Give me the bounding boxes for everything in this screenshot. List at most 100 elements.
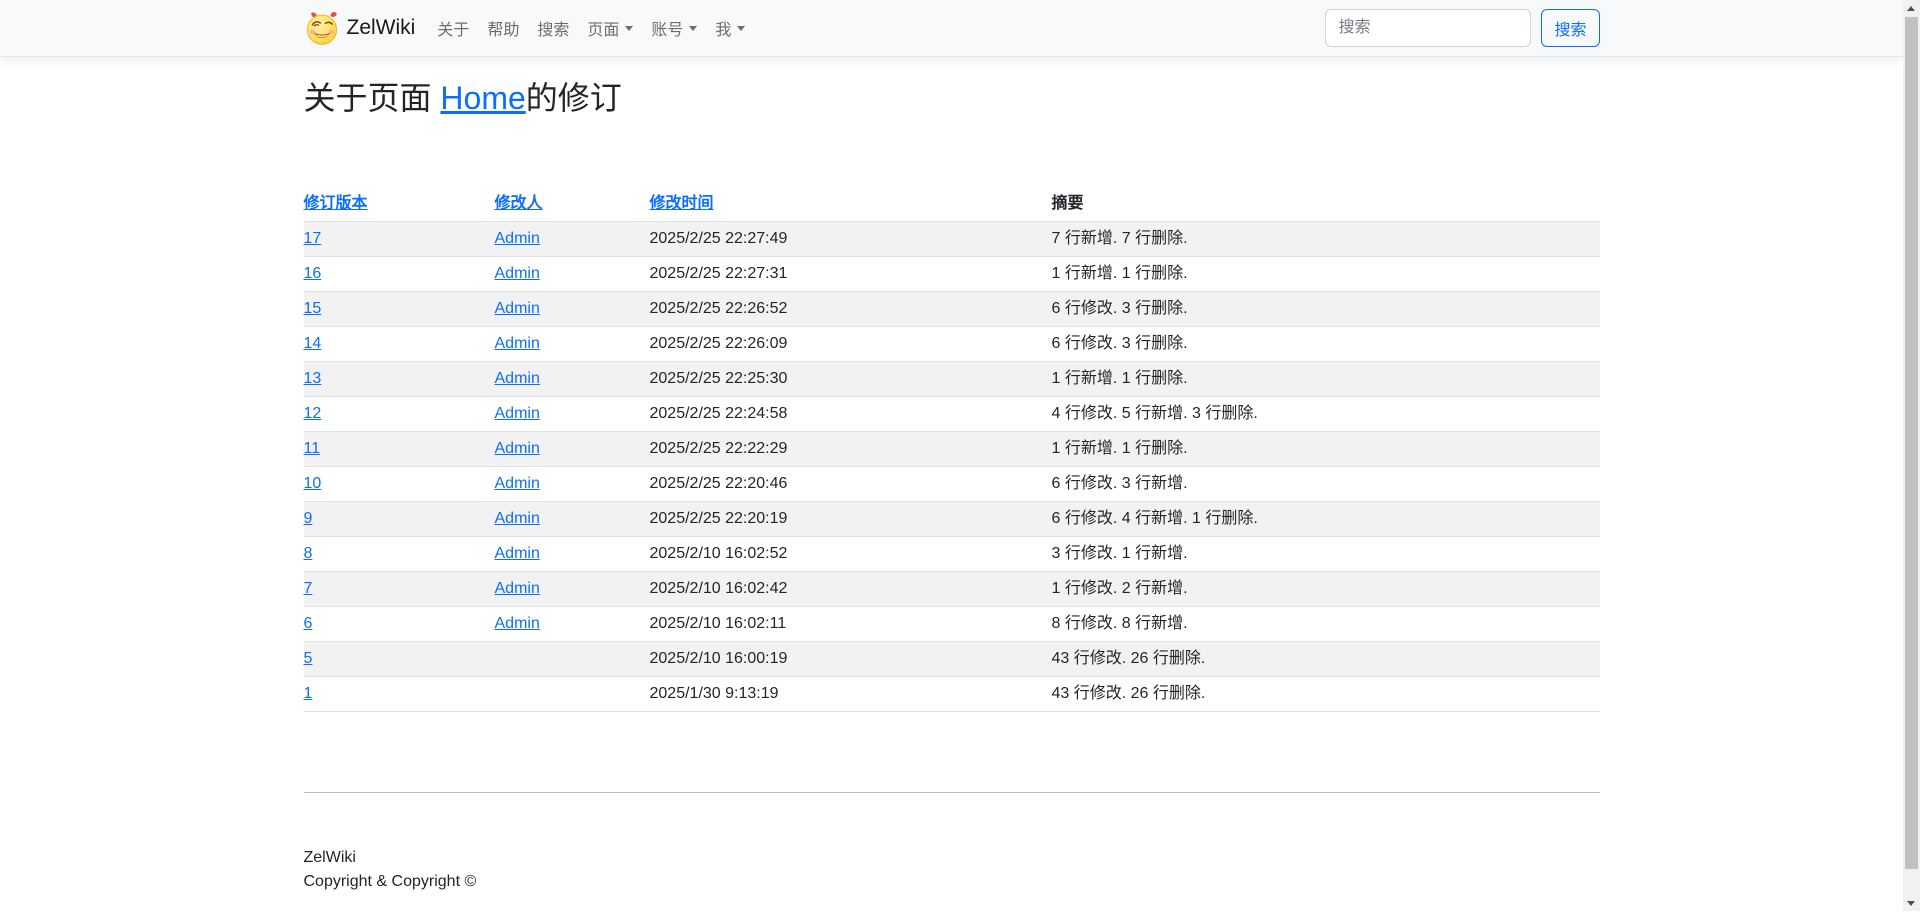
revision-link[interactable]: 5: [304, 650, 313, 667]
nav-item-label: 关于: [437, 16, 469, 40]
table-row: 16 Admin 2025/2/25 22:27:311 行新增. 1 行删除.: [304, 257, 1600, 292]
revision-time: 2025/2/25 22:26:09: [650, 327, 1052, 362]
revision-summary: 1 行新增. 1 行删除.: [1052, 362, 1600, 397]
nav-item-label: 页面: [587, 16, 619, 40]
revision-link[interactable]: 10: [304, 475, 322, 492]
sort-header-author[interactable]: 修改人: [495, 195, 543, 212]
nav-item-label: 帮助: [487, 16, 519, 40]
revision-link[interactable]: 16: [304, 265, 322, 282]
sort-header-revision[interactable]: 修订版本: [304, 195, 368, 212]
nav-item-search[interactable]: 搜索: [529, 8, 577, 48]
revision-link[interactable]: 8: [304, 545, 313, 562]
revision-link[interactable]: 1: [304, 685, 313, 702]
author-link[interactable]: Admin: [495, 230, 540, 247]
sort-header-time[interactable]: 修改时间: [650, 195, 714, 212]
search-button[interactable]: 搜索: [1541, 9, 1599, 47]
revision-time: 2025/2/10 16:02:11: [650, 607, 1052, 642]
brand-link[interactable]: ZelWiki: [304, 10, 416, 46]
table-row: 9 Admin 2025/2/25 22:20:196 行修改. 4 行新增. 1 …: [304, 502, 1600, 537]
author-link[interactable]: Admin: [495, 580, 540, 597]
search-input[interactable]: [1325, 9, 1531, 47]
nav-item-label: 我: [715, 16, 731, 40]
table-row: 7 Admin 2025/2/10 16:02:421 行修改. 2 行新增.: [304, 572, 1600, 607]
nav-item-help[interactable]: 帮助: [479, 8, 527, 48]
revision-summary: 43 行修改. 26 行删除.: [1052, 642, 1600, 677]
revision-time: 2025/2/25 22:20:19: [650, 502, 1052, 537]
scrollbar-thumb[interactable]: [1905, 17, 1918, 869]
nav-dropdown-pages[interactable]: 页面: [579, 8, 641, 48]
revision-time: 2025/2/25 22:25:30: [650, 362, 1052, 397]
table-row: 5 2025/2/10 16:00:1943 行修改. 26 行删除.: [304, 642, 1600, 677]
nav-item-about[interactable]: 关于: [429, 8, 477, 48]
revision-summary: 1 行修改. 2 行新增.: [1052, 572, 1600, 607]
revision-summary: 6 行修改. 3 行新增.: [1052, 467, 1600, 502]
vertical-scrollbar[interactable]: [1903, 0, 1920, 911]
table-row: 1 2025/1/30 9:13:1943 行修改. 26 行删除.: [304, 677, 1600, 712]
page-title: 关于页面 Home的修订: [304, 79, 1600, 117]
brand-text: ZelWiki: [347, 16, 416, 40]
chevron-down-icon: [625, 26, 633, 31]
author-link[interactable]: Admin: [495, 545, 540, 562]
revision-time: 2025/2/25 22:27:49: [650, 222, 1052, 257]
nav-dropdown-me[interactable]: 我: [707, 8, 753, 48]
top-navbar: ZelWiki 关于 帮助 搜索 页面 账号 我 搜索: [0, 0, 1903, 57]
revision-time: 2025/2/25 22:24:58: [650, 397, 1052, 432]
table-row: 11Admin2025/2/25 22:22:291 行新增. 1 行删除.: [304, 432, 1600, 467]
scrollbar-up-button[interactable]: [1903, 0, 1920, 17]
revision-summary: 8 行修改. 8 行新增.: [1052, 607, 1600, 642]
revision-link[interactable]: 13: [304, 370, 322, 387]
revision-link[interactable]: 9: [304, 510, 313, 527]
revision-link[interactable]: 14: [304, 335, 322, 352]
horned-smiley-logo-icon: [304, 10, 340, 46]
table-row: 10Admin2025/2/25 22:20:466 行修改. 3 行新增.: [304, 467, 1600, 502]
table-row: 6 Admin 2025/2/10 16:02:118 行修改. 8 行新增.: [304, 607, 1600, 642]
author-link[interactable]: Admin: [495, 370, 540, 387]
revision-time: 2025/2/25 22:26:52: [650, 292, 1052, 327]
author-link[interactable]: Admin: [495, 405, 540, 422]
chevron-down-icon: [737, 26, 745, 31]
revision-link[interactable]: 7: [304, 580, 313, 597]
footer-copyright: Copyright & Copyright ©: [304, 870, 1600, 894]
revision-summary: 6 行修改. 4 行新增. 1 行删除.: [1052, 502, 1600, 537]
revision-time: 2025/2/25 22:27:31: [650, 257, 1052, 292]
footer-sitename: ZelWiki: [304, 846, 1600, 870]
scrollbar-down-button[interactable]: [1903, 894, 1920, 911]
table-row: 17 Admin 2025/2/25 22:27:497 行新增. 7 行删除.: [304, 222, 1600, 257]
page-title-suffix: 的修订: [526, 80, 622, 116]
main-nav: 关于 帮助 搜索 页面 账号 我: [429, 8, 755, 48]
nav-item-label: 搜索: [537, 16, 569, 40]
revision-link[interactable]: 12: [304, 405, 322, 422]
table-row: 12 Admin 2025/2/25 22:24:584 行修改. 5 行新增. 3…: [304, 397, 1600, 432]
author-link[interactable]: Admin: [495, 615, 540, 632]
author-link[interactable]: Admin: [495, 440, 540, 457]
revision-summary: 43 行修改. 26 行删除.: [1052, 677, 1600, 712]
navbar-search-form: 搜索: [1325, 9, 1599, 47]
page-title-prefix: 关于页面: [304, 80, 441, 116]
revision-summary: 1 行新增. 1 行删除.: [1052, 257, 1600, 292]
revision-table-head: 修订版本 修改人 修改时间 摘要: [304, 187, 1600, 222]
revision-time: 2025/2/10 16:00:19: [650, 642, 1052, 677]
nav-item-label: 账号: [651, 16, 683, 40]
author-link[interactable]: Admin: [495, 475, 540, 492]
revision-summary: 4 行修改. 5 行新增. 3 行删除.: [1052, 397, 1600, 432]
revision-link[interactable]: 6: [304, 615, 313, 632]
revision-time: 2025/2/25 22:22:29: [650, 432, 1052, 467]
scroll-down-icon: [1907, 901, 1915, 906]
nav-dropdown-account[interactable]: 账号: [643, 8, 705, 48]
author-link[interactable]: Admin: [495, 335, 540, 352]
revision-summary: 7 行新增. 7 行删除.: [1052, 222, 1600, 257]
table-row: 15Admin2025/2/25 22:26:526 行修改. 3 行删除.: [304, 292, 1600, 327]
revision-link[interactable]: 15: [304, 300, 322, 317]
author-link[interactable]: Admin: [495, 510, 540, 527]
page-title-home-link[interactable]: Home: [440, 80, 525, 116]
revision-link[interactable]: 11: [304, 440, 321, 457]
revision-table-body: 17Admin2025/2/25 22:27:497 行新增. 7 行删除.16…: [304, 222, 1600, 712]
author-link[interactable]: Admin: [495, 300, 540, 317]
table-row: 13 Admin 2025/2/25 22:25:301 行新增. 1 行删除.: [304, 362, 1600, 397]
table-row: 14Admin2025/2/25 22:26:096 行修改. 3 行删除.: [304, 327, 1600, 362]
revision-time: 2025/1/30 9:13:19: [650, 677, 1052, 712]
revision-link[interactable]: 17: [304, 230, 322, 247]
revision-table: 修订版本 修改人 修改时间 摘要 17Admin2025/2/25 22:27:…: [304, 187, 1600, 712]
author-link[interactable]: Admin: [495, 265, 540, 282]
revision-time: 2025/2/10 16:02:42: [650, 572, 1052, 607]
